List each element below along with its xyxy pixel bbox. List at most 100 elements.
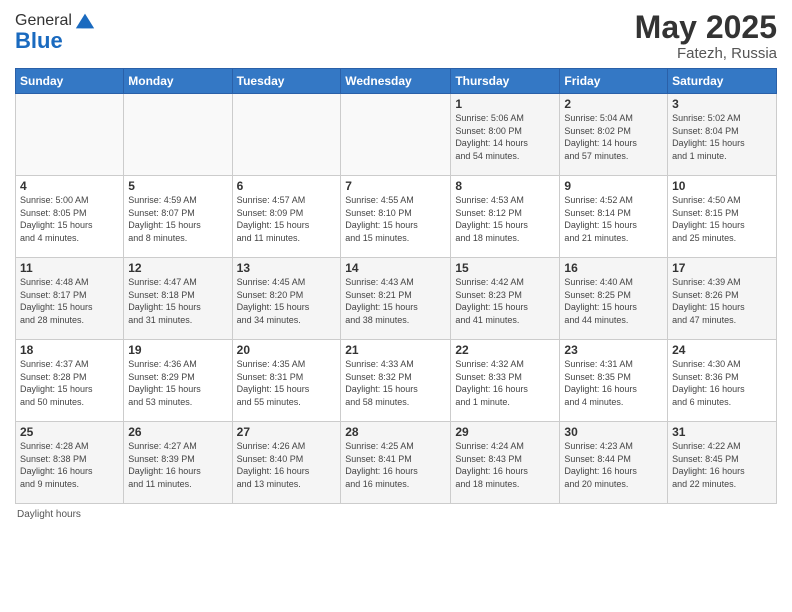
day-info: Sunrise: 4:37 AM Sunset: 8:28 PM Dayligh… xyxy=(20,358,119,408)
day-info: Sunrise: 5:04 AM Sunset: 8:02 PM Dayligh… xyxy=(564,112,663,162)
day-number: 6 xyxy=(237,179,337,193)
page: General Blue May 2025 Fatezh, Russia Sun… xyxy=(0,0,792,612)
day-number: 11 xyxy=(20,261,119,275)
day-info: Sunrise: 4:59 AM Sunset: 8:07 PM Dayligh… xyxy=(128,194,227,244)
day-info: Sunrise: 4:50 AM Sunset: 8:15 PM Dayligh… xyxy=(672,194,772,244)
calendar-cell: 6Sunrise: 4:57 AM Sunset: 8:09 PM Daylig… xyxy=(232,176,341,258)
day-info: Sunrise: 4:22 AM Sunset: 8:45 PM Dayligh… xyxy=(672,440,772,490)
calendar-cell: 1Sunrise: 5:06 AM Sunset: 8:00 PM Daylig… xyxy=(451,94,560,176)
calendar-cell: 26Sunrise: 4:27 AM Sunset: 8:39 PM Dayli… xyxy=(124,422,232,504)
calendar-cell: 10Sunrise: 4:50 AM Sunset: 8:15 PM Dayli… xyxy=(668,176,777,258)
calendar-cell: 25Sunrise: 4:28 AM Sunset: 8:38 PM Dayli… xyxy=(16,422,124,504)
day-number: 13 xyxy=(237,261,337,275)
day-info: Sunrise: 4:57 AM Sunset: 8:09 PM Dayligh… xyxy=(237,194,337,244)
day-info: Sunrise: 4:31 AM Sunset: 8:35 PM Dayligh… xyxy=(564,358,663,408)
title-month: May 2025 xyxy=(635,10,777,45)
day-number: 25 xyxy=(20,425,119,439)
day-info: Sunrise: 5:00 AM Sunset: 8:05 PM Dayligh… xyxy=(20,194,119,244)
day-number: 3 xyxy=(672,97,772,111)
week-row-4: 18Sunrise: 4:37 AM Sunset: 8:28 PM Dayli… xyxy=(16,340,777,422)
calendar-cell: 24Sunrise: 4:30 AM Sunset: 8:36 PM Dayli… xyxy=(668,340,777,422)
day-info: Sunrise: 4:36 AM Sunset: 8:29 PM Dayligh… xyxy=(128,358,227,408)
calendar-cell: 14Sunrise: 4:43 AM Sunset: 8:21 PM Dayli… xyxy=(341,258,451,340)
calendar-cell: 23Sunrise: 4:31 AM Sunset: 8:35 PM Dayli… xyxy=(560,340,668,422)
day-number: 14 xyxy=(345,261,446,275)
day-number: 22 xyxy=(455,343,555,357)
calendar-cell: 4Sunrise: 5:00 AM Sunset: 8:05 PM Daylig… xyxy=(16,176,124,258)
calendar-cell xyxy=(341,94,451,176)
title-location: Fatezh, Russia xyxy=(635,45,777,62)
day-info: Sunrise: 4:42 AM Sunset: 8:23 PM Dayligh… xyxy=(455,276,555,326)
calendar-cell: 20Sunrise: 4:35 AM Sunset: 8:31 PM Dayli… xyxy=(232,340,341,422)
header-day-monday: Monday xyxy=(124,69,232,94)
calendar-cell: 30Sunrise: 4:23 AM Sunset: 8:44 PM Dayli… xyxy=(560,422,668,504)
calendar-cell xyxy=(232,94,341,176)
day-info: Sunrise: 4:40 AM Sunset: 8:25 PM Dayligh… xyxy=(564,276,663,326)
day-number: 29 xyxy=(455,425,555,439)
title-block: May 2025 Fatezh, Russia xyxy=(635,10,777,62)
day-number: 8 xyxy=(455,179,555,193)
day-number: 21 xyxy=(345,343,446,357)
day-number: 19 xyxy=(128,343,227,357)
day-info: Sunrise: 4:25 AM Sunset: 8:41 PM Dayligh… xyxy=(345,440,446,490)
day-number: 10 xyxy=(672,179,772,193)
day-number: 17 xyxy=(672,261,772,275)
week-row-5: 25Sunrise: 4:28 AM Sunset: 8:38 PM Dayli… xyxy=(16,422,777,504)
week-row-3: 11Sunrise: 4:48 AM Sunset: 8:17 PM Dayli… xyxy=(16,258,777,340)
calendar-cell: 21Sunrise: 4:33 AM Sunset: 8:32 PM Dayli… xyxy=(341,340,451,422)
calendar-table: SundayMondayTuesdayWednesdayThursdayFrid… xyxy=(15,68,777,504)
header: General Blue May 2025 Fatezh, Russia xyxy=(15,10,777,62)
day-info: Sunrise: 4:23 AM Sunset: 8:44 PM Dayligh… xyxy=(564,440,663,490)
day-number: 5 xyxy=(128,179,227,193)
calendar-cell: 17Sunrise: 4:39 AM Sunset: 8:26 PM Dayli… xyxy=(668,258,777,340)
day-info: Sunrise: 4:24 AM Sunset: 8:43 PM Dayligh… xyxy=(455,440,555,490)
day-info: Sunrise: 4:32 AM Sunset: 8:33 PM Dayligh… xyxy=(455,358,555,408)
calendar-cell: 31Sunrise: 4:22 AM Sunset: 8:45 PM Dayli… xyxy=(668,422,777,504)
calendar-cell: 22Sunrise: 4:32 AM Sunset: 8:33 PM Dayli… xyxy=(451,340,560,422)
day-info: Sunrise: 4:33 AM Sunset: 8:32 PM Dayligh… xyxy=(345,358,446,408)
day-number: 7 xyxy=(345,179,446,193)
day-number: 30 xyxy=(564,425,663,439)
header-day-friday: Friday xyxy=(560,69,668,94)
day-number: 4 xyxy=(20,179,119,193)
day-info: Sunrise: 4:43 AM Sunset: 8:21 PM Dayligh… xyxy=(345,276,446,326)
day-info: Sunrise: 4:45 AM Sunset: 8:20 PM Dayligh… xyxy=(237,276,337,326)
calendar-cell: 29Sunrise: 4:24 AM Sunset: 8:43 PM Dayli… xyxy=(451,422,560,504)
day-info: Sunrise: 4:52 AM Sunset: 8:14 PM Dayligh… xyxy=(564,194,663,244)
calendar-cell: 7Sunrise: 4:55 AM Sunset: 8:10 PM Daylig… xyxy=(341,176,451,258)
logo-icon xyxy=(74,10,96,32)
day-info: Sunrise: 4:30 AM Sunset: 8:36 PM Dayligh… xyxy=(672,358,772,408)
day-number: 23 xyxy=(564,343,663,357)
header-day-saturday: Saturday xyxy=(668,69,777,94)
day-number: 16 xyxy=(564,261,663,275)
day-info: Sunrise: 4:26 AM Sunset: 8:40 PM Dayligh… xyxy=(237,440,337,490)
day-number: 28 xyxy=(345,425,446,439)
header-day-wednesday: Wednesday xyxy=(341,69,451,94)
day-number: 24 xyxy=(672,343,772,357)
calendar-cell: 15Sunrise: 4:42 AM Sunset: 8:23 PM Dayli… xyxy=(451,258,560,340)
day-info: Sunrise: 5:02 AM Sunset: 8:04 PM Dayligh… xyxy=(672,112,772,162)
day-number: 12 xyxy=(128,261,227,275)
calendar-cell: 5Sunrise: 4:59 AM Sunset: 8:07 PM Daylig… xyxy=(124,176,232,258)
calendar-cell: 28Sunrise: 4:25 AM Sunset: 8:41 PM Dayli… xyxy=(341,422,451,504)
logo: General Blue xyxy=(15,10,96,54)
calendar-cell xyxy=(16,94,124,176)
day-info: Sunrise: 5:06 AM Sunset: 8:00 PM Dayligh… xyxy=(455,112,555,162)
calendar-cell: 18Sunrise: 4:37 AM Sunset: 8:28 PM Dayli… xyxy=(16,340,124,422)
header-day-thursday: Thursday xyxy=(451,69,560,94)
day-info: Sunrise: 4:53 AM Sunset: 8:12 PM Dayligh… xyxy=(455,194,555,244)
calendar-cell: 11Sunrise: 4:48 AM Sunset: 8:17 PM Dayli… xyxy=(16,258,124,340)
day-number: 18 xyxy=(20,343,119,357)
calendar-cell: 9Sunrise: 4:52 AM Sunset: 8:14 PM Daylig… xyxy=(560,176,668,258)
day-number: 15 xyxy=(455,261,555,275)
week-row-1: 1Sunrise: 5:06 AM Sunset: 8:00 PM Daylig… xyxy=(16,94,777,176)
day-number: 27 xyxy=(237,425,337,439)
calendar-cell: 27Sunrise: 4:26 AM Sunset: 8:40 PM Dayli… xyxy=(232,422,341,504)
calendar-cell: 8Sunrise: 4:53 AM Sunset: 8:12 PM Daylig… xyxy=(451,176,560,258)
day-number: 2 xyxy=(564,97,663,111)
day-info: Sunrise: 4:27 AM Sunset: 8:39 PM Dayligh… xyxy=(128,440,227,490)
calendar-cell: 19Sunrise: 4:36 AM Sunset: 8:29 PM Dayli… xyxy=(124,340,232,422)
calendar-header-row: SundayMondayTuesdayWednesdayThursdayFrid… xyxy=(16,69,777,94)
calendar-cell: 13Sunrise: 4:45 AM Sunset: 8:20 PM Dayli… xyxy=(232,258,341,340)
day-info: Sunrise: 4:47 AM Sunset: 8:18 PM Dayligh… xyxy=(128,276,227,326)
